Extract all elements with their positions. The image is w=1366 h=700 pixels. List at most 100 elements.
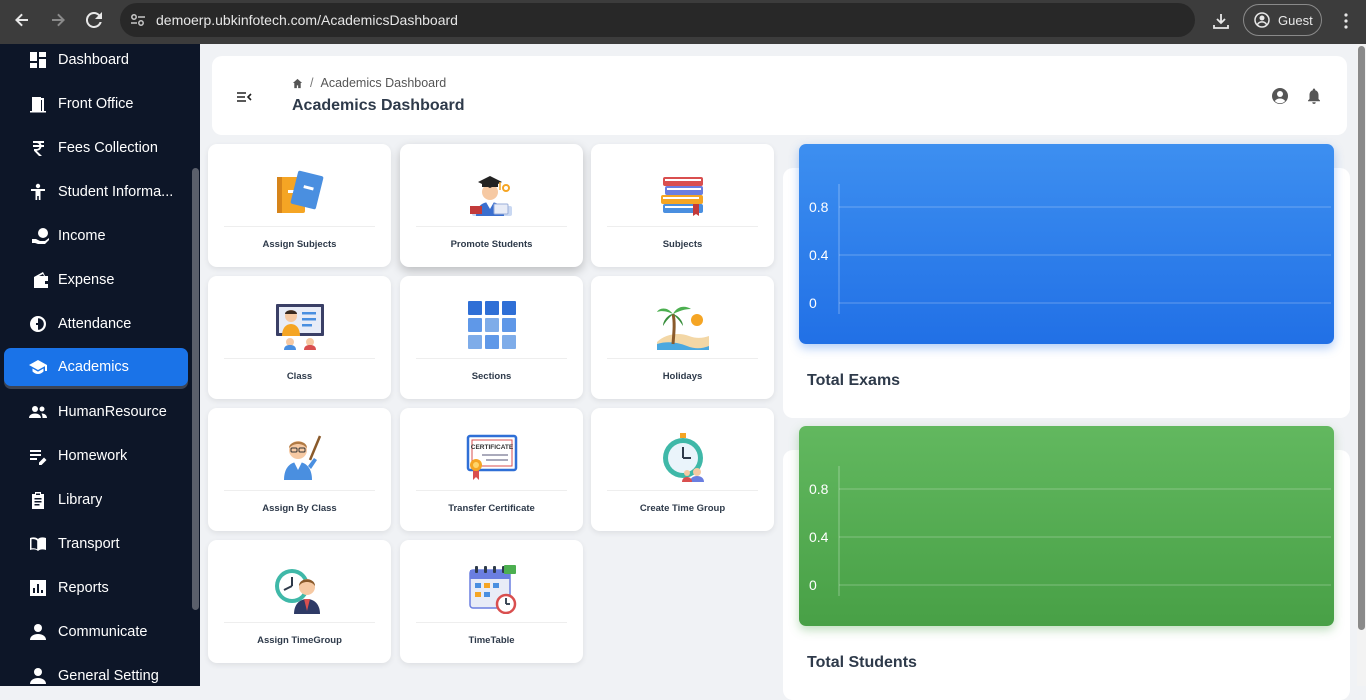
tile-sections[interactable]: Sections xyxy=(400,276,583,399)
tile-subjects[interactable]: Subjects xyxy=(591,144,774,267)
sidebar-item-label: Front Office xyxy=(58,96,134,112)
door-icon xyxy=(4,95,58,113)
rupee-icon xyxy=(4,139,58,157)
sidebar-item-label: Academics xyxy=(58,359,129,375)
tile-label: Class xyxy=(286,371,313,382)
folders-icon xyxy=(277,170,324,213)
teacher-board-icon xyxy=(276,304,324,350)
sidebar-item-general-setting[interactable]: General Setting xyxy=(4,657,188,686)
certificate-icon: CERTIFICATE xyxy=(466,434,518,480)
sidebar-item-fees-collection[interactable]: Fees Collection xyxy=(4,129,188,167)
person-gear-icon xyxy=(4,667,58,685)
exams-chart-y-tick-label: 0 xyxy=(809,295,817,311)
total-students-chart: 0.8 0.4 0 xyxy=(799,426,1334,626)
page-header: / Academics Dashboard Academics Dashboar… xyxy=(212,56,1347,135)
tile-assign-subjects[interactable]: Assign Subjects xyxy=(208,144,391,267)
tile-label: Holidays xyxy=(662,371,703,382)
more-menu-icon[interactable] xyxy=(1333,6,1359,36)
sidebar-scrollbar[interactable] xyxy=(192,168,199,610)
sidebar-item-label: General Setting xyxy=(58,668,159,684)
sidebar-item-reports[interactable]: Reports xyxy=(4,569,188,607)
breadcrumb-separator: / xyxy=(310,76,314,90)
sidebar-item-label: Fees Collection xyxy=(58,140,158,156)
sidebar-item-attendance[interactable]: Attendance xyxy=(4,305,188,343)
profile-label: Guest xyxy=(1278,12,1313,28)
sidebar-item-communicate[interactable]: Communicate xyxy=(4,613,188,651)
page-scrollbar-thumb[interactable] xyxy=(1358,46,1365,630)
sidebar: Dashboard Front Office Fees Collection S… xyxy=(0,44,200,686)
address-bar[interactable]: demoerp.ubkinfotech.com/AcademicsDashboa… xyxy=(120,3,1195,37)
sidebar-item-academics[interactable]: Academics xyxy=(4,348,188,386)
tile-timetable[interactable]: TimeTable xyxy=(400,540,583,663)
wallet-icon xyxy=(4,271,58,289)
calendar-icon xyxy=(469,565,517,614)
sidebar-item-expense[interactable]: Expense xyxy=(4,261,188,299)
download-icon[interactable] xyxy=(1206,6,1236,36)
total-students-chart-svg: 0.8 0.4 0 xyxy=(809,466,1331,596)
tile-label: Sections xyxy=(471,371,512,382)
page-title: Academics Dashboard xyxy=(292,97,465,114)
exams-chart-y-tick-label: 0.4 xyxy=(809,247,829,263)
tile-assign-by-class[interactable]: Assign By Class xyxy=(208,408,391,531)
notification-bell-icon[interactable] xyxy=(1305,87,1323,105)
sidebar-item-label: Income xyxy=(58,228,106,244)
account-icon[interactable] xyxy=(1271,87,1289,105)
sidebar-item-label: Transport xyxy=(58,536,120,552)
teacher-icon xyxy=(284,435,322,480)
clock-person-icon xyxy=(275,569,320,614)
tile-label: Assign By Class xyxy=(262,503,337,514)
sidebar-item-label: Student Informa... xyxy=(58,184,174,200)
sidebar-item-label: Expense xyxy=(58,272,115,288)
attendance-icon xyxy=(4,315,58,333)
beach-icon xyxy=(657,306,709,350)
tile-label: Assign Subjects xyxy=(262,239,337,250)
tile-label: Subjects xyxy=(662,239,703,250)
sidebar-item-dashboard[interactable]: Dashboard xyxy=(4,44,188,79)
tile-holidays[interactable]: Holidays xyxy=(591,276,774,399)
total-exams-chart-svg: 0.8 0.4 0 xyxy=(809,184,1331,314)
reload-icon[interactable] xyxy=(76,2,112,38)
clipboard-icon xyxy=(4,491,58,509)
sidebar-item-label: Reports xyxy=(58,580,109,596)
page-scrollbar[interactable] xyxy=(1357,44,1366,686)
tile-assign-timegroup[interactable]: Assign TimeGroup xyxy=(208,540,391,663)
total-students-title: Total Students xyxy=(807,654,917,671)
tile-label: Promote Students xyxy=(450,239,533,250)
edit-list-icon xyxy=(4,447,58,465)
sidebar-item-label: HumanResource xyxy=(58,404,167,420)
clock-group-icon xyxy=(663,433,704,482)
sidebar-item-front-office[interactable]: Front Office xyxy=(4,85,188,123)
tile-create-time-group[interactable]: Create Time Group xyxy=(591,408,774,531)
tile-class[interactable]: Class xyxy=(208,276,391,399)
students-chart-y-tick-label: 0.8 xyxy=(809,481,829,497)
tile-promote-students[interactable]: Promote Students xyxy=(400,144,583,267)
bar-chart-icon xyxy=(4,579,58,597)
sidebar-item-transport[interactable]: Transport xyxy=(4,525,188,563)
site-settings-icon[interactable] xyxy=(120,3,156,37)
total-exams-title: Total Exams xyxy=(807,372,901,389)
profile-button[interactable]: Guest xyxy=(1243,4,1322,36)
grid-icon xyxy=(468,301,516,349)
exams-chart-y-tick-label: 0.8 xyxy=(809,199,829,215)
back-icon[interactable] xyxy=(4,2,40,38)
tile-label: Transfer Certificate xyxy=(448,503,535,514)
sidebar-item-label: Library xyxy=(58,492,103,508)
dashboard-icon xyxy=(4,51,58,69)
sidebar-item-student-information[interactable]: Student Informa... xyxy=(4,173,188,211)
tile-label: Assign TimeGroup xyxy=(257,635,342,646)
sidebar-item-label: Attendance xyxy=(58,316,132,332)
browser-toolbar: demoerp.ubkinfotech.com/AcademicsDashboa… xyxy=(0,0,1366,44)
books-icon xyxy=(661,177,703,216)
menu-collapse-icon[interactable] xyxy=(236,90,252,104)
forward-icon[interactable] xyxy=(40,2,76,38)
tile-transfer-certificate[interactable]: CERTIFICATE Transfer Certificate xyxy=(400,408,583,531)
sidebar-item-label: Homework xyxy=(58,448,128,464)
home-icon[interactable] xyxy=(292,78,303,89)
sidebar-item-humanresource[interactable]: HumanResource xyxy=(4,393,188,431)
sidebar-item-income[interactable]: Income xyxy=(4,217,188,255)
total-exams-chart: 0.8 0.4 0 xyxy=(799,144,1334,344)
people-icon xyxy=(4,403,58,421)
sidebar-item-homework[interactable]: Homework xyxy=(4,437,188,475)
sidebar-item-library[interactable]: Library xyxy=(4,481,188,519)
graduation-cap-icon xyxy=(4,358,58,376)
